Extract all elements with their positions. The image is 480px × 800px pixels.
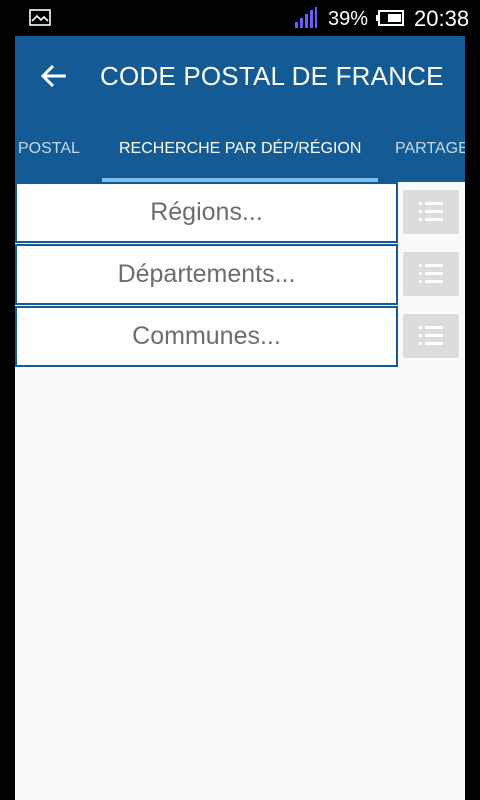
status-time: 20:38	[414, 6, 470, 31]
communes-list-button[interactable]	[403, 314, 459, 358]
list-icon	[419, 202, 443, 221]
regions-list-button[interactable]	[403, 190, 459, 234]
app-bar: CODE POSTAL DE FRANCE	[15, 36, 465, 116]
list-icon	[419, 264, 443, 283]
status-bar: 39% 20:38	[15, 0, 469, 36]
arrow-left-icon[interactable]	[40, 62, 68, 90]
battery-percentage: 39%	[328, 8, 369, 30]
regions-field[interactable]: Régions...	[15, 182, 398, 243]
page-title: CODE POSTAL DE FRANCE	[100, 61, 444, 91]
gallery-icon	[29, 9, 51, 26]
tab-bar: POSTAL RECHERCHE PAR DÉP/RÉGION PARTAGE	[15, 116, 465, 182]
departements-list-button[interactable]	[403, 252, 459, 296]
tab-partage[interactable]: PARTAGE	[395, 116, 465, 182]
signal-icon	[295, 7, 317, 28]
list-icon	[419, 326, 443, 345]
battery-icon	[376, 10, 404, 26]
search-content: Régions... Départements... Communes...	[15, 182, 465, 800]
tab-recherche-dep-region[interactable]: RECHERCHE PAR DÉP/RÉGION	[119, 116, 361, 182]
tab-postal[interactable]: POSTAL	[18, 116, 80, 182]
communes-field[interactable]: Communes...	[15, 306, 398, 367]
departements-field[interactable]: Départements...	[15, 244, 398, 305]
